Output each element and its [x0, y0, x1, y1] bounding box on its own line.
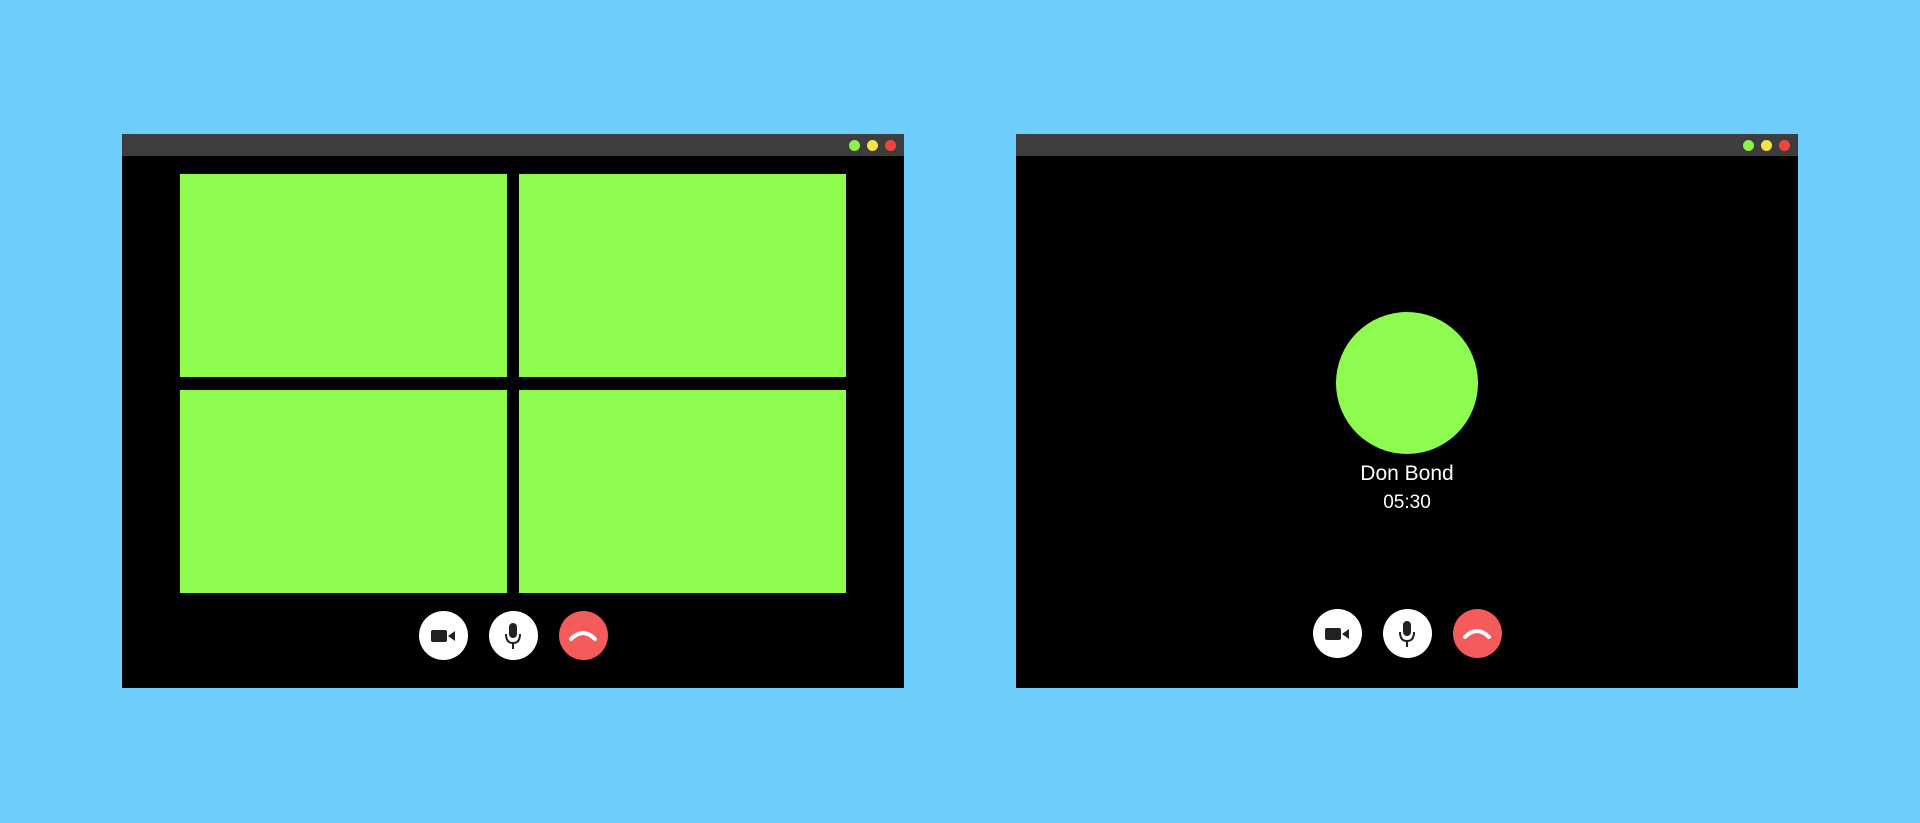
participant-video-tile[interactable]	[180, 390, 507, 593]
hang-up-phone-icon	[1463, 628, 1491, 639]
minimize-dot-icon[interactable]	[1761, 140, 1772, 151]
video-camera-icon	[1325, 627, 1349, 640]
video-camera-icon	[431, 629, 455, 642]
camera-button[interactable]	[418, 611, 468, 660]
close-dot-icon[interactable]	[1779, 140, 1790, 151]
minimize-dot-icon[interactable]	[867, 140, 878, 151]
end-call-button[interactable]	[1452, 609, 1502, 658]
participant-video-tile[interactable]	[180, 174, 507, 377]
caller-avatar	[1336, 312, 1478, 454]
microphone-button[interactable]	[1382, 609, 1432, 658]
microphone-button[interactable]	[488, 611, 538, 660]
participant-video-tile[interactable]	[519, 390, 846, 593]
participant-video-tile[interactable]	[519, 174, 846, 377]
close-dot-icon[interactable]	[885, 140, 896, 151]
group-call-window	[122, 134, 904, 688]
end-call-button[interactable]	[558, 611, 608, 660]
microphone-icon	[505, 622, 521, 649]
maximize-dot-icon[interactable]	[849, 140, 860, 151]
single-call-window: Don Bond 05:30	[1016, 134, 1798, 688]
camera-button[interactable]	[1312, 609, 1362, 658]
caller-name: Don Bond	[1360, 462, 1454, 485]
call-controls	[1016, 609, 1798, 658]
maximize-dot-icon[interactable]	[1743, 140, 1754, 151]
hang-up-phone-icon	[569, 630, 597, 641]
call-duration: 05:30	[1383, 492, 1431, 513]
call-controls	[122, 611, 904, 660]
window-titlebar	[1016, 134, 1798, 156]
window-titlebar	[122, 134, 904, 156]
microphone-icon	[1399, 620, 1415, 647]
